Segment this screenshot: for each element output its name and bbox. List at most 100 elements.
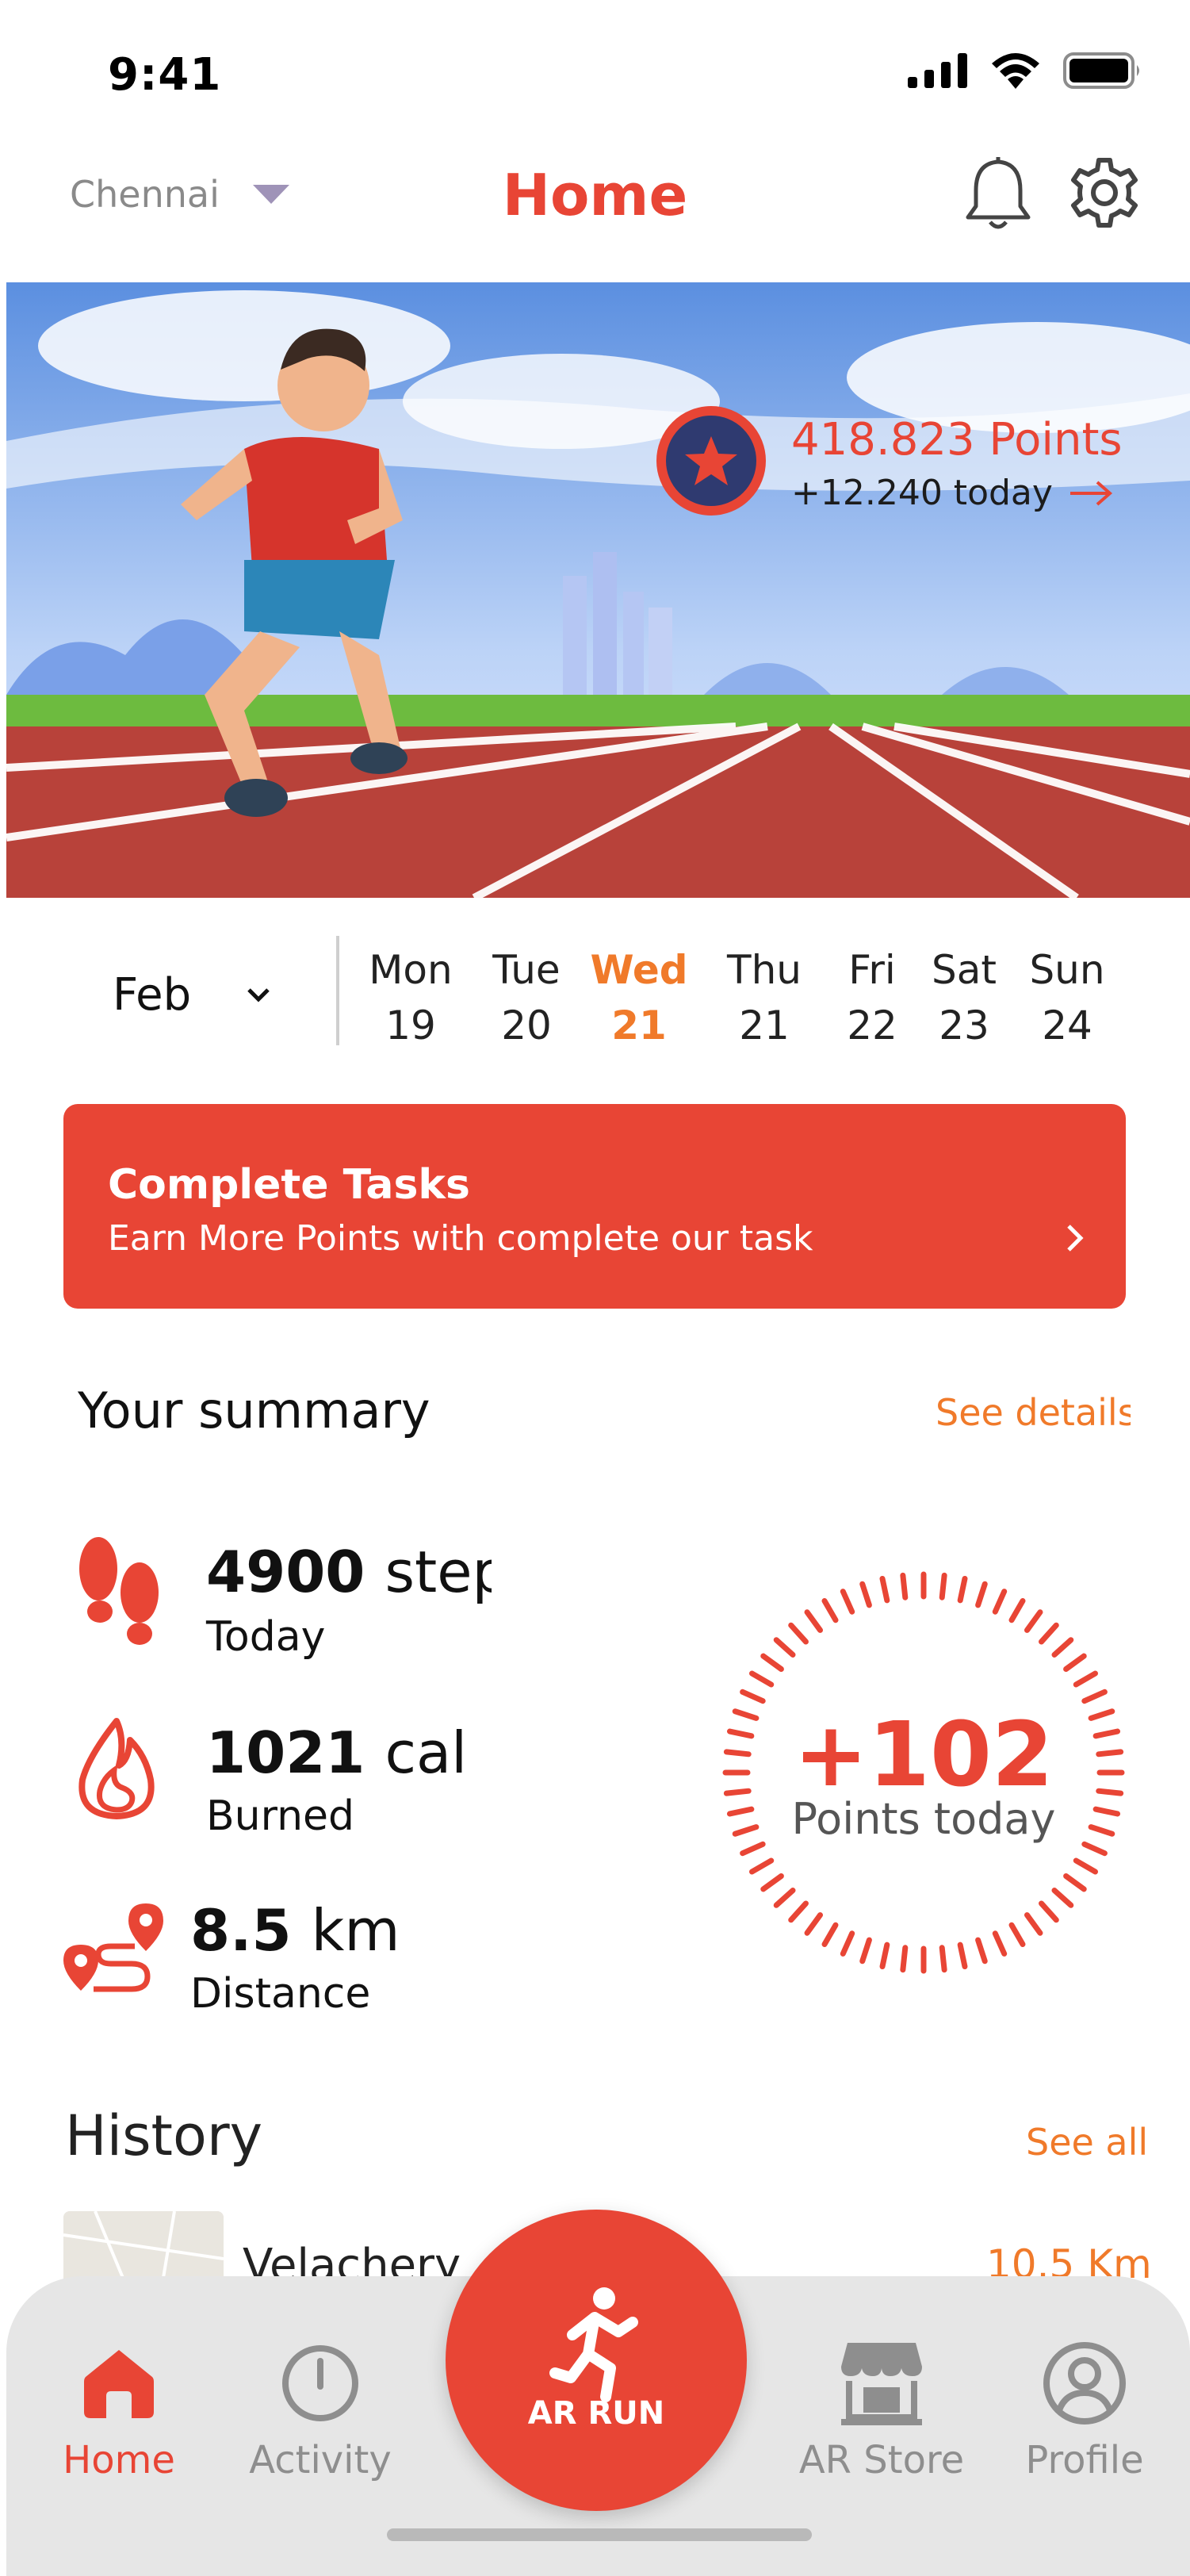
ring-tick xyxy=(975,1581,988,1608)
ring-tick xyxy=(804,1912,824,1936)
day-sat[interactable]: Sat 23 xyxy=(909,942,1020,1053)
ring-tick xyxy=(804,1609,824,1633)
ring-tick xyxy=(748,1857,775,1875)
settings-gear-icon[interactable] xyxy=(1067,155,1142,230)
ring-tick xyxy=(840,1930,855,1957)
ring-tick xyxy=(1073,1857,1099,1875)
status-time: 9:41 xyxy=(108,49,222,101)
home-icon xyxy=(84,2350,154,2418)
flame-icon xyxy=(78,1718,155,1819)
nav-profile[interactable]: Profile xyxy=(989,2340,1180,2482)
day-name: Thu xyxy=(727,947,802,993)
ar-run-button[interactable] xyxy=(446,2210,747,2511)
day-date: 21 xyxy=(611,1002,667,1048)
home-indicator xyxy=(387,2528,812,2541)
profile-icon xyxy=(1043,2342,1126,2425)
distance-label: Distance xyxy=(190,1970,371,2018)
day-date: 20 xyxy=(501,1002,552,1048)
points-today-label: Points today xyxy=(791,1794,1056,1844)
day-date: 23 xyxy=(939,1002,989,1048)
steps-unit: step xyxy=(385,1539,492,1605)
tasks-subtitle: Earn More Points with complete our task xyxy=(108,1218,813,1259)
ring-tick xyxy=(939,1572,947,1600)
nav-ar-store-label: AR Store xyxy=(798,2438,965,2482)
month-label: Feb xyxy=(113,969,192,1021)
distance-unit: km xyxy=(311,1897,400,1964)
star-icon xyxy=(685,436,737,485)
ring-tick xyxy=(957,1575,968,1604)
cellular-signal-icon xyxy=(908,53,967,88)
nav-activity-label: Activity xyxy=(249,2438,392,2482)
points-today-value: +102 xyxy=(794,1704,1054,1807)
chevron-right-icon xyxy=(1067,1225,1084,1252)
ring-tick xyxy=(1081,1841,1108,1857)
steps-number: 4900 xyxy=(206,1539,365,1605)
tasks-title: Complete Tasks xyxy=(108,1161,470,1209)
ring-tick xyxy=(740,1841,766,1857)
ring-tick xyxy=(1063,1653,1087,1673)
ring-tick xyxy=(992,1930,1008,1957)
ring-tick xyxy=(773,1637,796,1658)
nav-ar-store[interactable]: AR Store xyxy=(786,2340,977,2482)
day-date: 19 xyxy=(385,1002,436,1048)
ring-tick xyxy=(900,1945,909,1973)
chevron-down-icon xyxy=(247,987,270,1002)
ring-tick xyxy=(1051,1888,1074,1908)
ring-tick xyxy=(840,1589,855,1615)
distance-value: 8.5 km xyxy=(190,1897,400,1964)
day-sun[interactable]: Sun 24 xyxy=(1012,942,1123,1053)
ring-tick xyxy=(900,1572,909,1600)
ring-tick xyxy=(1051,1637,1074,1658)
nav-home[interactable]: Home xyxy=(24,2340,214,2482)
ring-tick xyxy=(1063,1873,1087,1892)
status-icons xyxy=(908,52,1142,89)
points-star-badge xyxy=(656,406,766,516)
ring-tick xyxy=(879,1942,890,1970)
arrow-right-icon xyxy=(1069,480,1112,506)
nav-activity[interactable]: Activity xyxy=(225,2340,415,2482)
ring-tick xyxy=(1024,1912,1043,1936)
battery-icon xyxy=(1063,52,1139,89)
total-points: 418.823 Points xyxy=(791,414,1123,466)
see-all-link[interactable]: See all xyxy=(1026,2121,1148,2164)
ring-tick xyxy=(1008,1597,1026,1623)
day-name: Mon xyxy=(369,947,453,993)
nav-home-label: Home xyxy=(63,2438,175,2482)
runner-icon xyxy=(549,2287,638,2402)
ring-tick xyxy=(992,1589,1008,1615)
ring-tick xyxy=(760,1653,784,1673)
nav-profile-label: Profile xyxy=(1025,2438,1144,2482)
route-distance-icon xyxy=(63,1903,163,1992)
ring-tick xyxy=(821,1597,839,1623)
day-name: Sat xyxy=(932,947,997,993)
notification-bell-icon[interactable] xyxy=(963,155,1033,232)
complete-tasks-card[interactable]: Complete Tasks Earn More Points with com… xyxy=(63,1104,1126,1309)
ring-tick xyxy=(1081,1689,1108,1704)
day-wed-selected[interactable]: Wed 21 xyxy=(584,942,694,1053)
day-thu[interactable]: Thu 21 xyxy=(709,942,820,1053)
ring-tick xyxy=(740,1689,766,1704)
footsteps-icon xyxy=(79,1537,159,1645)
ring-tick xyxy=(859,1937,872,1965)
ring-tick xyxy=(1039,1900,1059,1923)
day-date: 24 xyxy=(1042,1002,1092,1048)
steps-value: 4900 step xyxy=(206,1539,492,1605)
day-date: 21 xyxy=(739,1002,790,1048)
calories-value: 1021 cal xyxy=(206,1719,467,1786)
day-mon[interactable]: Mon 19 xyxy=(355,942,466,1053)
calories-label: Burned xyxy=(206,1792,355,1840)
ring-tick xyxy=(1039,1622,1059,1645)
calories-unit: cal xyxy=(385,1719,468,1786)
month-selector[interactable]: Feb xyxy=(113,969,270,1021)
day-tue[interactable]: Tue 20 xyxy=(471,942,582,1053)
date-divider xyxy=(336,936,339,1045)
ring-tick xyxy=(748,1670,775,1688)
hero-runner-illustration xyxy=(6,282,1190,898)
day-name: Tue xyxy=(492,947,561,993)
ring-tick xyxy=(859,1581,872,1608)
points-today-link[interactable]: +12.240 today xyxy=(791,473,1113,513)
clock-icon xyxy=(282,2345,358,2421)
ar-run-label: AR RUN xyxy=(527,2395,665,2432)
ring-tick xyxy=(760,1873,784,1892)
see-details-link[interactable]: See details xyxy=(936,1391,1131,1434)
